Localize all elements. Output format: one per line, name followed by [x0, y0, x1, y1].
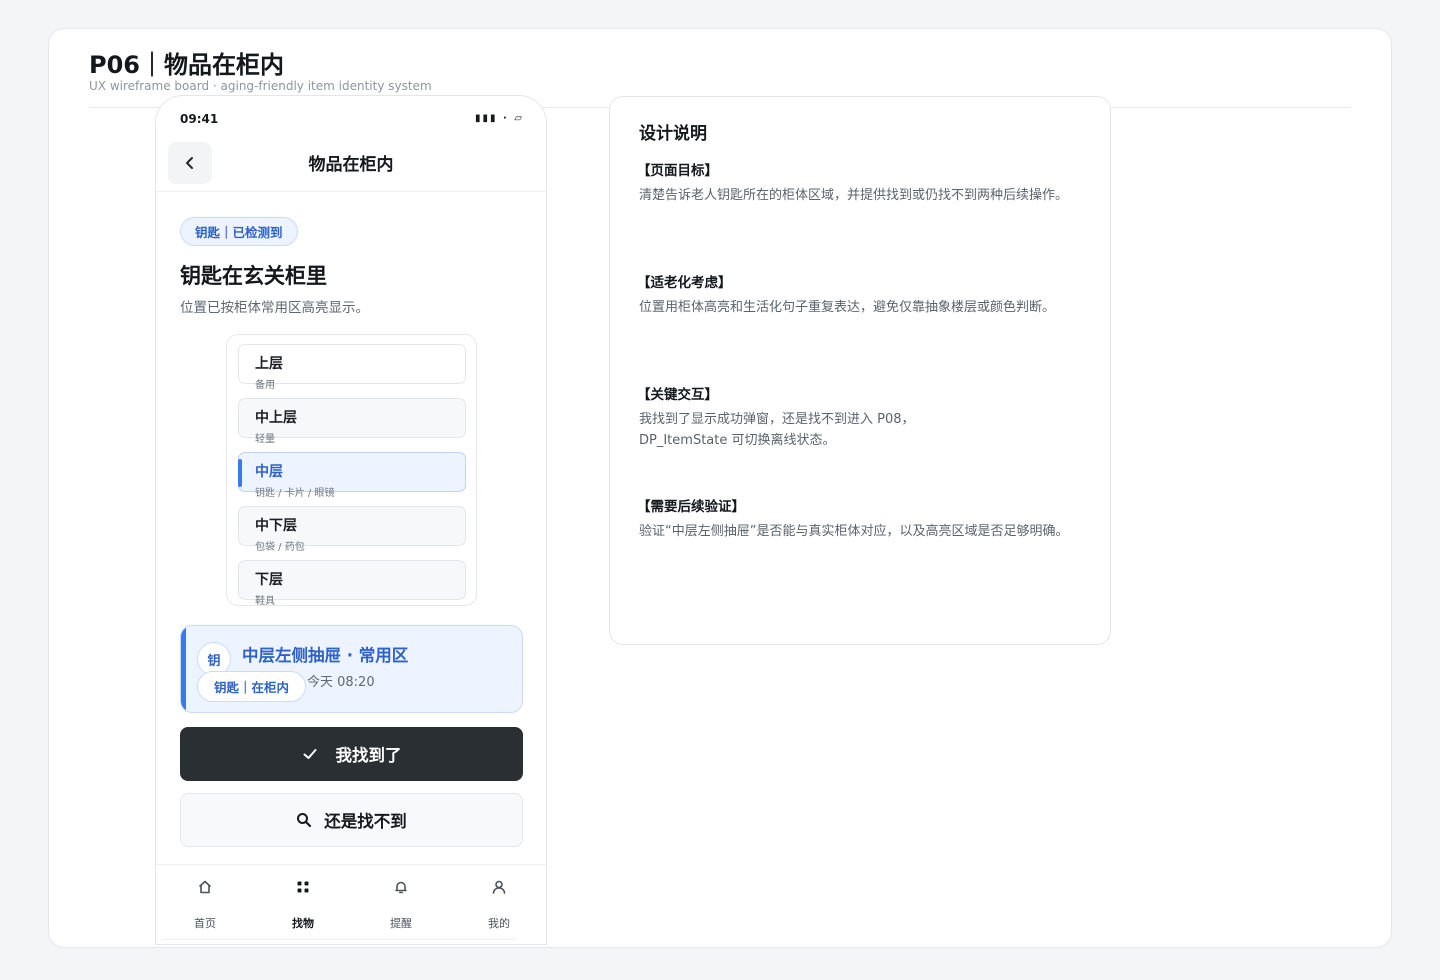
grid-icon: [254, 879, 352, 899]
home-indicator-divider: [162, 939, 516, 940]
tab-reminders[interactable]: 提醒: [352, 865, 450, 944]
tab-label: 首页: [194, 917, 216, 930]
tab-bar: 首页 找物 提醒 我的: [156, 864, 546, 944]
tab-label: 找物: [292, 917, 314, 930]
signal-battery-icon: ▮▮▮ · ▱: [475, 113, 524, 124]
nav-bar: 物品在柜内: [156, 142, 546, 192]
phone-frame: 09:41 ▮▮▮ · ▱ 物品在柜内 钥匙｜已检测到 钥匙在玄关柜里 位置已按…: [155, 95, 547, 945]
tab-home[interactable]: 首页: [156, 865, 254, 944]
not-found-button[interactable]: 还是找不到: [180, 793, 523, 847]
shelf-lower-middle[interactable]: 中下层 包袋 / 药包: [238, 506, 466, 553]
shelf-label: 中下层: [255, 518, 297, 534]
location-title: 中层左侧抽屉 · 常用区: [242, 646, 409, 665]
note-body-goal: 清楚告诉老人钥匙所在的柜体区域，并提供找到或仍找不到两种后续操作。: [639, 188, 1069, 203]
status-time: 09:41: [180, 112, 219, 126]
not-found-button-label: 还是找不到: [324, 812, 407, 831]
cabinet-diagram: 上层 备用 中上层 轻量 中层 钥匙 / 卡片 / 眼镜 中下层 包袋 / 药包…: [226, 334, 477, 607]
shelf-middle-highlighted[interactable]: 中层 钥匙 / 卡片 / 眼镜: [238, 452, 466, 499]
tab-label: 提醒: [390, 917, 412, 930]
shelf-hint: 轻量: [255, 434, 275, 445]
location-card: 钥 中层左侧抽屉 · 常用区 今天 08:20 钥匙｜在柜内: [180, 625, 523, 713]
note-heading-goal: 【页面目标】: [637, 163, 718, 179]
shelf-label: 中上层: [255, 410, 297, 426]
status-bar: 09:41 ▮▮▮ · ▱: [156, 96, 546, 142]
found-button[interactable]: 我找到了: [180, 727, 523, 781]
tab-profile[interactable]: 我的: [450, 865, 546, 944]
note-body-validation: 验证“中层左侧抽屉”是否能与真实柜体对应，以及高亮区域是否足够明确。: [639, 524, 1069, 539]
shelf-hint: 鞋具: [255, 596, 275, 607]
detection-badge: 钥匙｜已检测到: [180, 217, 298, 246]
note-body-aging: 位置用柜体高亮和生活化句子重复表达，避免仅靠抽象楼层或颜色判断。: [639, 300, 1056, 315]
note-body-interaction-line1: 我找到了显示成功弹窗，还是找不到进入 P08，: [639, 412, 915, 427]
last-seen-time: 今天 08:20: [307, 675, 375, 690]
home-icon: [156, 879, 254, 899]
location-headline: 钥匙在玄关柜里: [180, 264, 327, 288]
shelf-top[interactable]: 上层 备用: [238, 344, 466, 391]
notes-title: 设计说明: [639, 124, 707, 144]
note-body-interaction-line2: DP_ItemState 可切换离线状态。: [639, 433, 836, 448]
design-notes-panel: 设计说明 【页面目标】 清楚告诉老人钥匙所在的柜体区域，并提供找到或仍找不到两种…: [609, 96, 1111, 645]
accent-bar: [181, 626, 186, 712]
note-heading-interaction: 【关键交互】: [637, 387, 718, 403]
tab-label: 我的: [488, 917, 510, 930]
shelf-label: 下层: [255, 572, 283, 588]
board-title: P06｜物品在柜内: [89, 51, 284, 79]
board-subtitle: UX wireframe board · aging-friendly item…: [89, 79, 432, 93]
shelf-hint: 钥匙 / 卡片 / 眼镜: [255, 488, 335, 499]
user-icon: [450, 879, 546, 899]
check-icon: [303, 749, 316, 759]
shelf-label: 上层: [255, 356, 283, 372]
bell-icon: [352, 879, 450, 899]
shelf-hint: 包袋 / 药包: [255, 542, 305, 553]
tab-find[interactable]: 找物: [254, 865, 352, 944]
shelf-hint: 备用: [255, 380, 275, 391]
note-heading-validation: 【需要后续验证】: [637, 499, 745, 515]
shelf-label: 中层: [255, 464, 283, 480]
shelf-upper-middle[interactable]: 中上层 轻量: [238, 398, 466, 445]
search-icon: [297, 813, 312, 828]
shelf-bottom[interactable]: 下层 鞋具: [238, 560, 466, 607]
found-button-label: 我找到了: [335, 746, 402, 765]
location-description: 位置已按柜体常用区高亮显示。: [180, 300, 369, 316]
note-heading-aging: 【适老化考虑】: [637, 275, 732, 291]
page-title: 物品在柜内: [308, 155, 394, 175]
item-state-chip: 钥匙｜在柜内: [197, 671, 307, 702]
